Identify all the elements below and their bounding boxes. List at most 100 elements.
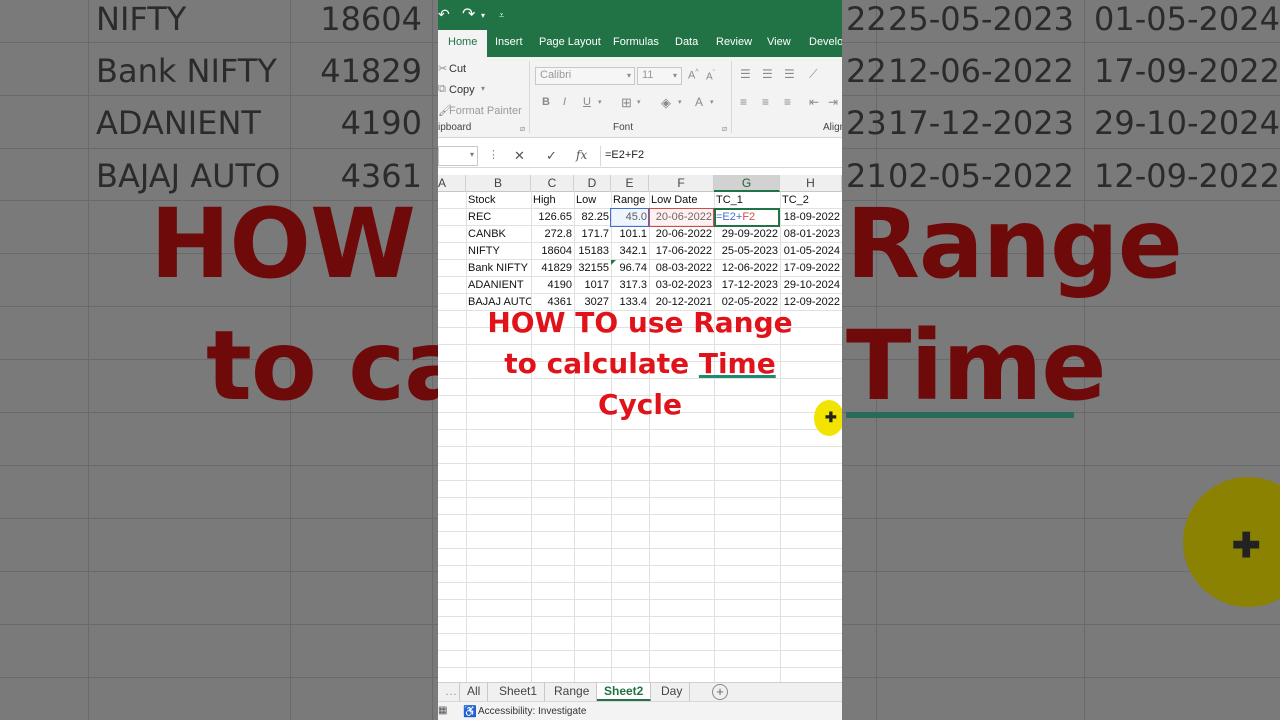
fill-color-icon[interactable]: ◈ [661,95,671,111]
column-header-b[interactable]: B [466,175,531,192]
bold-button[interactable]: B [542,96,550,108]
font-color-dropdown-icon[interactable]: ▾ [710,98,714,106]
font-name-box[interactable]: Calibri [535,67,635,85]
borders-icon[interactable]: ⊞ [621,95,632,111]
clipboard-launcher-icon[interactable]: ⧄ [520,124,525,134]
header-low[interactable]: Low [574,192,611,209]
add-sheet-icon[interactable]: + [712,684,728,700]
header-stock[interactable]: Stock [466,192,531,209]
cell-range[interactable]: 101.1 [611,226,649,243]
column-header-f[interactable]: F [649,175,714,192]
column-header-g[interactable]: G [714,175,780,192]
cell-range[interactable]: 342.1 [611,243,649,260]
sheet-nav-icon[interactable]: … [438,683,460,701]
tab-formulas[interactable]: Formulas [613,36,659,48]
tab-developer[interactable]: Develo [809,36,842,48]
cell-high[interactable]: 4190 [531,277,574,294]
sheet-tab-sheet2[interactable]: Sheet2 [597,683,652,701]
cell-tc1[interactable]: 12-06-2022 [714,260,780,277]
copy-button[interactable]: Copy [449,84,475,96]
cell-tc1[interactable]: 25-05-2023 [714,243,780,260]
macro-record-icon[interactable]: ▦ [438,705,447,716]
increase-indent-icon[interactable]: ⇥ [828,95,838,109]
cell-low[interactable]: 32155 [574,260,611,277]
align-right-icon[interactable]: ≡ [784,95,791,109]
tab-page-layout[interactable]: Page Layout [539,36,601,48]
cell-tc2[interactable]: 01-05-2024 [780,243,842,260]
cell-low[interactable]: 15183 [574,243,611,260]
cell-high[interactable]: 18604 [531,243,574,260]
copy-dropdown-icon[interactable]: ▾ [481,84,485,93]
accessibility-status[interactable]: Accessibility: Investigate [478,706,586,717]
tab-view[interactable]: View [767,36,791,48]
align-middle-icon[interactable]: ☰ [762,67,773,81]
cell-low-date[interactable]: 17-06-2022 [649,243,714,260]
redo-dropdown-icon[interactable]: ▾ [481,11,485,20]
cell-tc2[interactable]: 17-09-2022 [780,260,842,277]
cell-low[interactable]: 171.7 [574,226,611,243]
cell-range[interactable]: 317.3 [611,277,649,294]
underline-button[interactable]: U [583,96,591,108]
cell-low-date[interactable]: 08-03-2022 [649,260,714,277]
cell-tc2[interactable]: 08-01-2023 [780,226,842,243]
align-center-icon[interactable]: ≡ [762,95,769,109]
sheet-tab-day[interactable]: Day [654,683,691,701]
tab-review[interactable]: Review [716,36,752,48]
sheet-tab-all[interactable]: All [460,683,489,701]
fill-color-dropdown-icon[interactable]: ▾ [678,98,682,106]
header-tc1[interactable]: TC_1 [714,192,780,209]
cell-stock[interactable]: ADANIENT [466,277,531,294]
tab-data[interactable]: Data [675,36,698,48]
align-bottom-icon[interactable]: ☰ [784,67,795,81]
name-box-dropdown-icon[interactable]: ▾ [470,150,474,159]
header-low-date[interactable]: Low Date [649,192,714,209]
cell-low-date[interactable]: 03-02-2023 [649,277,714,294]
orientation-icon[interactable]: ⟋ [809,67,817,82]
redo-icon[interactable]: ↷ [462,4,475,24]
cancel-formula-button[interactable]: ✕ [514,148,525,164]
cell-high[interactable]: 41829 [531,260,574,277]
spreadsheet-grid[interactable]: Stock High Low Range Low Date TC_1 TC_2 … [438,192,842,682]
name-box[interactable]: ▾ [438,146,478,166]
header-range[interactable]: Range [611,192,649,209]
font-name-dropdown-icon[interactable]: ▾ [627,71,631,80]
align-top-icon[interactable]: ☰ [740,67,751,81]
decrease-indent-icon[interactable]: ⇤ [809,95,819,109]
sheet-tab-sheet1[interactable]: Sheet1 [492,683,546,701]
cell-low-date[interactable]: 20-06-2022 [649,226,714,243]
tab-home[interactable]: Home [438,30,488,57]
borders-dropdown-icon[interactable]: ▾ [637,98,641,106]
cut-button[interactable]: Cut [449,63,466,75]
active-cell-g2[interactable] [714,208,780,227]
cell-stock[interactable]: REC [466,209,531,226]
undo-icon[interactable]: ↶ [438,6,450,23]
cell-tc1[interactable]: 29-09-2022 [714,226,780,243]
cell-stock[interactable]: Bank NIFTY [466,260,531,277]
column-header-e[interactable]: E [611,175,649,192]
customize-icon[interactable]: ⩡ [499,10,504,21]
underline-dropdown-icon[interactable]: ▾ [598,98,602,106]
cell-low[interactable]: 82.25 [574,209,611,226]
column-header-c[interactable]: C [531,175,574,192]
tab-insert[interactable]: Insert [495,36,523,48]
cell-range[interactable]: 96.74 [611,260,649,277]
increase-font-icon[interactable]: A^ [688,69,699,82]
cell-high[interactable]: 126.65 [531,209,574,226]
format-painter-button[interactable]: Format Painter [449,105,522,117]
decrease-font-icon[interactable]: Aˇ [706,70,715,82]
enter-formula-button[interactable]: ✓ [546,148,557,164]
italic-button[interactable]: I [563,96,566,108]
column-header-d[interactable]: D [574,175,611,192]
cell-tc1[interactable]: 17-12-2023 [714,277,780,294]
cell-high[interactable]: 272.8 [531,226,574,243]
align-left-icon[interactable]: ≡ [740,95,747,109]
formula-input[interactable]: =E2+F2 [600,146,842,166]
column-header-a[interactable]: A [438,175,466,192]
cell-tc2[interactable]: 29-10-2024 [780,277,842,294]
cell-tc2[interactable]: 18-09-2022 [780,209,842,226]
header-high[interactable]: High [531,192,574,209]
cell-stock[interactable]: NIFTY [466,243,531,260]
insert-function-button[interactable]: fx [576,148,587,162]
column-header-h[interactable]: H [780,175,842,192]
cell-stock[interactable]: CANBK [466,226,531,243]
